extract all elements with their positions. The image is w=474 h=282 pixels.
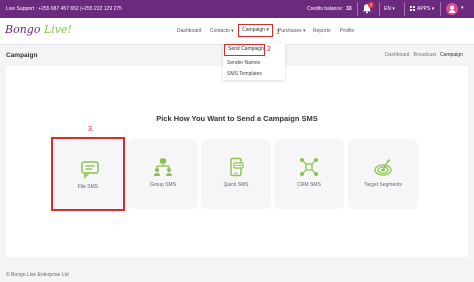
divider (440, 2, 441, 16)
apps-label: APPS ▾ (417, 6, 435, 12)
nav-contacts[interactable]: Contacts ▾ (210, 28, 234, 34)
apps-grid-icon (410, 6, 415, 12)
breadcrumb-broadcast[interactable]: Broadcast (413, 52, 436, 58)
annotation-step-2: 2 (267, 46, 271, 53)
campaign-dropdown-menu: Send Campaign Sender Names SMS Templates (223, 43, 285, 80)
menu-item-sender-names[interactable]: Sender Names (227, 60, 260, 66)
nav-dashboard[interactable]: Dashboard (177, 28, 201, 34)
card-label: Quick SMS (223, 182, 249, 188)
card-label: Group SMS (149, 182, 177, 188)
card-label: File SMS (77, 184, 99, 190)
main-navbar: Bongo Live! Dashboard Contacts ▾ Campaig… (0, 18, 474, 45)
logo-accent-text: Live! (43, 23, 72, 36)
footer-copyright: © Bongo Live Enterprise Ltd (6, 272, 69, 278)
language-selector[interactable]: EN ▾ (384, 6, 395, 12)
divider (404, 2, 405, 16)
notification-badge: 0 (368, 2, 374, 8)
bongo-live-logo[interactable]: Bongo Live! (5, 23, 72, 36)
divider (379, 2, 380, 16)
breadcrumb-dashboard[interactable]: Dashboard (385, 52, 409, 58)
phone-icon (226, 157, 246, 177)
logo-text: Bongo (5, 23, 44, 36)
card-label: CRM SMS (297, 182, 321, 188)
nav-reports[interactable]: Reports (313, 28, 331, 34)
user-menu-caret[interactable]: ▾ (461, 5, 464, 11)
divider (357, 2, 358, 16)
card-label: Target Segments (364, 182, 402, 188)
apps-menu[interactable]: APPS ▾ (410, 6, 434, 12)
quick-sms-card[interactable]: Quick SMS (201, 139, 271, 209)
target-icon (373, 157, 393, 177)
target-segments-card[interactable]: Target Segments (348, 139, 418, 209)
nav-purchases[interactable]: Purchases ▾ (278, 28, 306, 34)
user-avatar-icon[interactable] (446, 3, 458, 15)
page-title: Campaign (6, 52, 38, 59)
menu-item-sms-templates[interactable]: SMS Templates (227, 71, 262, 77)
nav-profile[interactable]: Profile (340, 28, 354, 34)
nav-campaign[interactable]: Campaign ▾ (238, 24, 273, 37)
top-bar: Live Support : +255 687 457 652 |+255 22… (0, 0, 474, 18)
credits-label: Credits balance: (307, 6, 344, 12)
group-icon (153, 157, 173, 177)
menu-item-send-campaign[interactable]: Send Campaign (224, 44, 265, 56)
group-sms-card[interactable]: Group SMS (128, 139, 198, 209)
breadcrumb-campaign: Campaign (439, 52, 463, 58)
live-support-text: Live Support : +255 687 457 652 |+255 22… (6, 6, 122, 12)
chat-icon (80, 159, 100, 179)
credits-balance: Credits balance: 33 (307, 6, 352, 12)
breadcrumb: Dashboard Broadcast Campaign (385, 52, 463, 58)
network-icon (299, 157, 319, 177)
annotation-step-3: 3. (88, 126, 94, 133)
file-sms-card[interactable]: File SMS (51, 137, 125, 211)
campaign-heading: Pick How You Want to Send a Campaign SMS (156, 114, 318, 123)
credits-value: 33 (346, 6, 352, 12)
crm-sms-card[interactable]: CRM SMS (274, 139, 344, 209)
